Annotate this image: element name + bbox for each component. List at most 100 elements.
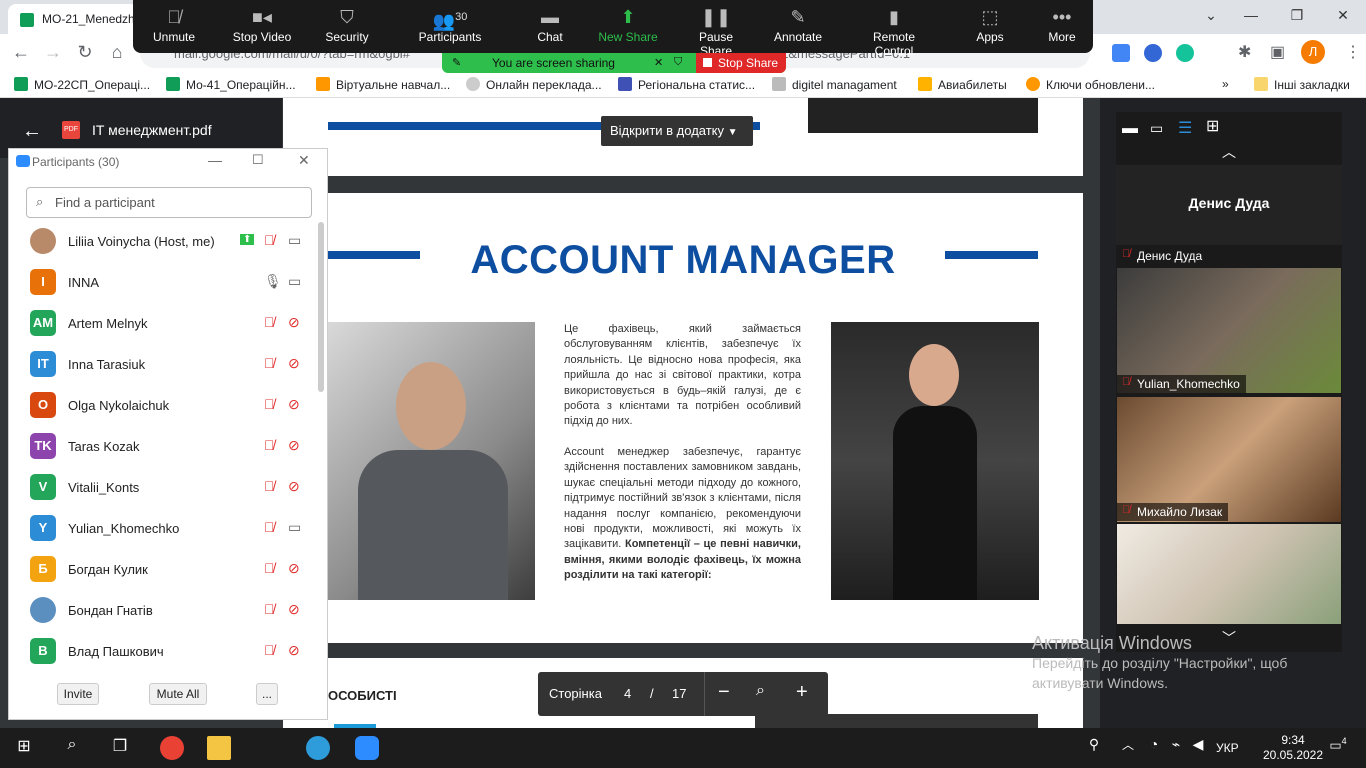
charging-icon[interactable]: ⌁ xyxy=(1164,736,1188,760)
input-language[interactable]: УКР xyxy=(1216,741,1239,755)
apps-button[interactable]: ⬚ Apps xyxy=(974,4,1006,44)
mic-muted-icon[interactable]: 🎙̸ xyxy=(264,560,275,576)
security-button[interactable]: ⛉ Security xyxy=(322,4,372,44)
chrome-icon[interactable] xyxy=(160,736,184,760)
mic-muted-icon[interactable]: 🎙̸ xyxy=(264,478,275,494)
people-icon[interactable]: ⚲ xyxy=(1082,736,1106,760)
speaker-view-icon[interactable]: ▭ xyxy=(1150,120,1163,137)
forward-icon[interactable]: → xyxy=(42,42,64,63)
zoom-in-button[interactable]: + xyxy=(796,681,808,704)
mic-muted-icon[interactable]: 🎙̸ xyxy=(264,519,275,535)
mic-muted-icon[interactable]: 🎙̸ xyxy=(264,642,275,658)
volume-icon[interactable]: ◀ xyxy=(1186,736,1210,760)
remote-control-button[interactable]: ▮ Remote Control xyxy=(852,4,936,58)
grid-view-icon[interactable]: ⊞ xyxy=(1206,116,1219,136)
participant-row[interactable]: AM Artem Melnyk 🎙̸ ⊘ xyxy=(8,303,318,344)
panel-maximize-icon[interactable]: ☐ xyxy=(252,152,264,168)
video-off-icon[interactable]: ⊘ xyxy=(288,478,300,495)
side-panel-icon[interactable]: ▣ xyxy=(1270,42,1285,62)
extensions-puzzle-icon[interactable]: ✱ xyxy=(1238,42,1251,62)
participant-row[interactable]: В Влад Пашкович 🎙̸ ⊘ xyxy=(8,631,318,672)
participant-row[interactable]: Б Богдан Кулик 🎙̸ ⊘ xyxy=(8,549,318,590)
participant-row[interactable]: I INNA 🎙 ▭ xyxy=(8,262,318,303)
edge-icon[interactable] xyxy=(306,736,330,760)
extension-globe-icon[interactable] xyxy=(1144,44,1162,62)
more-bookmarks-icon[interactable]: » xyxy=(1222,77,1229,91)
video-off-icon[interactable]: ⊘ xyxy=(288,642,300,659)
wifi-icon[interactable]: ◔ xyxy=(1142,736,1166,760)
grammarly-icon[interactable] xyxy=(1176,44,1194,62)
strip-view-icon[interactable]: ☰ xyxy=(1178,118,1192,138)
bookmark-item[interactable]: Авиабилеты xyxy=(918,77,1007,92)
open-in-app-button[interactable]: Відкрити в додатку ▼ xyxy=(601,116,753,146)
participant-row[interactable]: V Vitalii_Konts 🎙̸ ⊘ xyxy=(8,467,318,508)
participant-search-input[interactable]: Find a participant xyxy=(26,187,312,218)
reload-icon[interactable]: ↻ xyxy=(74,42,96,63)
pause-share-button[interactable]: ❚❚ Pause Share xyxy=(684,4,748,58)
minimize-gallery-icon[interactable]: ▬ xyxy=(1122,120,1138,138)
video-off-icon[interactable]: ⊘ xyxy=(288,437,300,454)
mic-icon[interactable]: 🎙 xyxy=(264,273,282,290)
zoom-out-button[interactable]: − xyxy=(718,681,730,704)
chrome-menu-icon[interactable]: ⋮ xyxy=(1345,42,1361,62)
mic-muted-icon[interactable]: 🎙̸ xyxy=(264,232,275,248)
stop-share-button[interactable]: Stop Share xyxy=(696,53,786,73)
invite-button[interactable]: Invite xyxy=(57,683,99,705)
current-page-input[interactable]: 4 xyxy=(624,686,631,701)
participant-row[interactable]: Бондан Гнатів 🎙̸ ⊘ xyxy=(8,590,318,631)
stop-video-button[interactable]: ■◂ Stop Video xyxy=(230,4,294,44)
video-off-icon[interactable]: ⊘ xyxy=(288,355,300,372)
viewer-back-icon[interactable]: ← xyxy=(22,120,42,143)
bookmark-folder[interactable]: Інші закладки xyxy=(1254,77,1350,92)
chat-button[interactable]: ▬ Chat xyxy=(532,4,568,44)
mute-all-button[interactable]: Mute All xyxy=(149,683,207,705)
participant-row[interactable]: O Olga Nykolaichuk 🎙̸ ⊘ xyxy=(8,385,318,426)
video-icon[interactable]: ▭ xyxy=(288,519,301,536)
video-off-icon[interactable]: ⊘ xyxy=(288,560,300,577)
translate-icon[interactable] xyxy=(1112,44,1130,62)
restore-icon[interactable]: ❐ xyxy=(1274,0,1320,30)
clock[interactable]: 9:34 20.05.2022 xyxy=(1258,733,1328,763)
profile-avatar[interactable]: Л xyxy=(1301,40,1325,64)
home-icon[interactable]: ⌂ xyxy=(106,42,128,63)
tray-chevron-icon[interactable]: ︿ xyxy=(1116,736,1140,760)
participants-button[interactable]: 👥30 Participants xyxy=(416,4,484,44)
video-tile[interactable] xyxy=(1117,524,1341,624)
mic-muted-icon[interactable]: 🎙̸ xyxy=(264,601,275,617)
file-explorer-icon[interactable] xyxy=(207,736,231,760)
mic-muted-icon[interactable]: 🎙̸ xyxy=(264,355,275,371)
video-icon[interactable]: ▭ xyxy=(288,232,301,249)
zoom-app-icon[interactable] xyxy=(355,736,379,760)
bookmark-item[interactable]: digitel managament xyxy=(772,77,897,92)
mic-muted-icon[interactable]: 🎙̸ xyxy=(264,396,275,412)
scroll-up-icon[interactable]: ︿ xyxy=(1222,142,1236,162)
close-window-icon[interactable]: ✕ xyxy=(1320,0,1366,30)
zoom-fit-icon[interactable]: ⌕ xyxy=(756,682,765,700)
browser-tab[interactable]: МО-21_Menedzh xyxy=(8,4,138,34)
bookmark-item[interactable]: Мо-41_Операційн... xyxy=(166,77,296,92)
video-off-icon[interactable]: ⊘ xyxy=(288,314,300,331)
more-options-button[interactable]: ... xyxy=(256,683,278,705)
minimize-icon[interactable]: — xyxy=(1228,0,1274,30)
unmute-button[interactable]: 🎙̸ Unmute xyxy=(150,4,198,44)
participant-row[interactable]: Y Yulian_Khomechko 🎙̸ ▭ xyxy=(8,508,318,549)
video-off-icon[interactable]: ⊘ xyxy=(288,396,300,413)
bookmark-item[interactable]: Регіональна статис... xyxy=(618,77,755,92)
bookmark-item[interactable]: Ключи обновлени... xyxy=(1026,77,1155,92)
participant-row[interactable]: ⬆ Liliia Voinycha (Host, me) 🎙̸ ▭ xyxy=(8,221,318,262)
search-icon[interactable]: ⌕ xyxy=(60,736,84,760)
mic-muted-icon[interactable]: 🎙̸ xyxy=(264,437,275,453)
windows-start-icon[interactable]: ⊞ xyxy=(12,736,36,760)
bookmark-item[interactable]: МО-22СП_Операці... xyxy=(14,77,150,92)
video-off-icon[interactable]: ⊘ xyxy=(288,601,300,618)
new-share-button[interactable]: ⬆ New Share xyxy=(598,4,658,44)
annotate-button[interactable]: ✎ Annotate xyxy=(772,4,824,44)
participant-row[interactable]: IT Inna Tarasiuk 🎙̸ ⊘ xyxy=(8,344,318,385)
more-button[interactable]: ••• More xyxy=(1046,4,1078,44)
bookmark-item[interactable]: Віртуальне навчал... xyxy=(316,77,450,92)
participant-row[interactable]: TK Taras Kozak 🎙̸ ⊘ xyxy=(8,426,318,467)
panel-scrollbar[interactable] xyxy=(318,222,324,392)
notifications-icon[interactable]: ▭4 xyxy=(1326,736,1350,760)
task-view-icon[interactable]: ❐ xyxy=(108,736,132,760)
back-icon[interactable]: ← xyxy=(10,42,32,63)
